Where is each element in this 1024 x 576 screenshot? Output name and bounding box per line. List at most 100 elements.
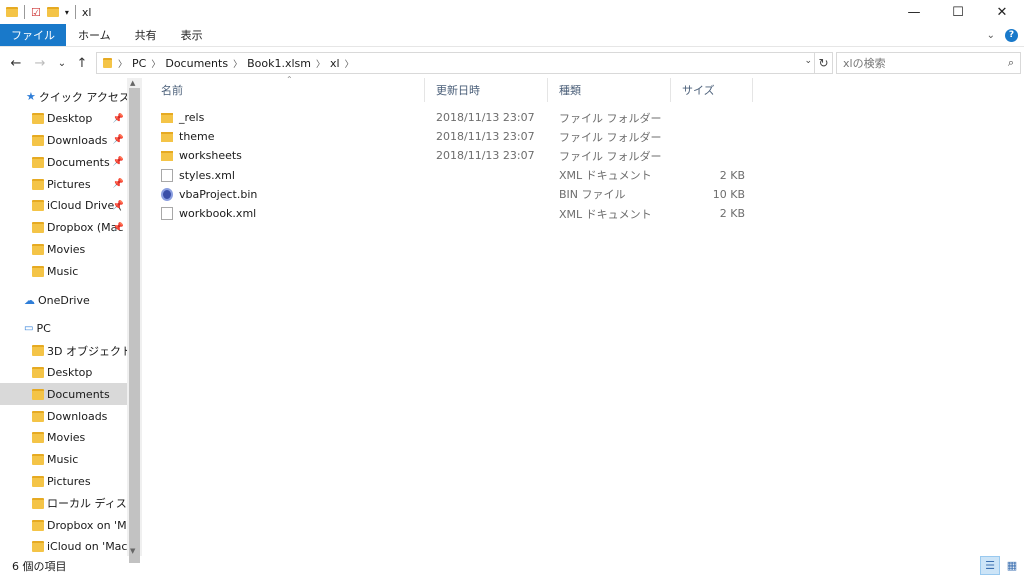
breadcrumb-documents[interactable]: Documents: [165, 57, 228, 70]
tab-share[interactable]: 共有: [123, 24, 169, 46]
file-row[interactable]: _rels 2018/11/13 23:07 ファイル フォルダー: [150, 108, 1024, 127]
cloud-icon: ☁: [24, 293, 35, 307]
close-button[interactable]: ✕: [980, 0, 1024, 24]
sidebar-item-music[interactable]: Music: [0, 260, 142, 282]
scroll-up-icon[interactable]: ▲: [130, 79, 135, 87]
file-name: _rels: [179, 111, 205, 125]
file-row[interactable]: theme 2018/11/13 23:07 ファイル フォルダー: [150, 127, 1024, 146]
tab-view[interactable]: 表示: [169, 24, 215, 46]
window-title: xl: [81, 5, 92, 19]
minimize-button[interactable]: —: [892, 0, 936, 24]
sidebar-quick-access[interactable]: ★ クイック アクセス: [0, 86, 142, 108]
address-bar[interactable]: 〉 PC 〉 Documents 〉 Book1.xlsm 〉 xl 〉 ⌄: [96, 52, 815, 74]
sidebar-item-icloud-drive[interactable]: iCloud Drive (📌: [0, 195, 142, 217]
file-name: workbook.xml: [179, 207, 257, 221]
recent-locations-button[interactable]: ⌄: [52, 58, 72, 69]
sidebar-pc-item-3[interactable]: Downloads: [0, 405, 142, 427]
sidebar-item-label: iCloud Drive (: [47, 199, 123, 213]
pin-icon[interactable]: 📌: [113, 179, 124, 189]
sidebar-pc-item-5[interactable]: Music: [0, 449, 142, 471]
scrollbar-thumb[interactable]: [129, 88, 140, 563]
file-row[interactable]: vbaProject.bin BIN ファイル 10 KB: [150, 185, 1024, 204]
sidebar-pc-item-8[interactable]: Dropbox on 'Ma: [0, 514, 142, 536]
scroll-down-icon[interactable]: ▼: [130, 547, 135, 555]
new-folder-icon[interactable]: [46, 7, 59, 17]
chevron-right-icon[interactable]: 〉: [345, 57, 354, 70]
customize-toolbar-icon[interactable]: ▾: [65, 8, 69, 17]
column-header-size[interactable]: サイズ: [671, 78, 753, 102]
refresh-button[interactable]: ↻: [815, 52, 833, 74]
pin-icon[interactable]: 📌: [113, 157, 124, 167]
separator: [24, 5, 25, 19]
bin-file-icon: [161, 187, 173, 201]
sidebar-item-label: Pictures: [47, 177, 91, 191]
sidebar-item-label: OneDrive: [38, 293, 90, 307]
file-name-cell: _rels: [150, 111, 425, 124]
forward-button[interactable]: →: [30, 56, 50, 71]
sidebar-item-downloads[interactable]: Downloads 📌: [0, 130, 142, 152]
sidebar-pc-item-6[interactable]: Pictures: [0, 471, 142, 493]
pin-icon[interactable]: 📌: [113, 201, 124, 211]
file-row[interactable]: worksheets 2018/11/13 23:07 ファイル フォルダー: [150, 146, 1024, 165]
sidebar-item-dropbox-mac[interactable]: Dropbox (Mac 📌: [0, 217, 142, 239]
breadcrumb-xl[interactable]: xl: [330, 57, 340, 70]
maximize-button[interactable]: ☐: [936, 0, 980, 24]
chevron-right-icon[interactable]: 〉: [316, 57, 325, 70]
pin-icon[interactable]: 📌: [113, 135, 124, 145]
search-icon[interactable]: ⌕: [1008, 56, 1014, 70]
sidebar-item-desktop[interactable]: Desktop 📌: [0, 108, 142, 130]
column-header-date[interactable]: 更新日時: [425, 78, 548, 102]
expand-ribbon-icon[interactable]: ⌄: [987, 30, 995, 41]
sidebar-pc[interactable]: ▭ PC: [0, 318, 142, 340]
sidebar-item-label: Desktop: [47, 365, 93, 379]
sidebar-pc-item-7[interactable]: ローカル ディスク (C: [0, 492, 142, 514]
details-view-icon[interactable]: ☰: [980, 556, 1000, 575]
chevron-right-icon[interactable]: 〉: [233, 57, 242, 70]
sidebar-item-label: Dropbox on 'Ma: [47, 518, 134, 532]
desktop-folder-icon: [32, 366, 44, 378]
help-icon[interactable]: ?: [1005, 28, 1018, 42]
tab-file[interactable]: ファイル: [0, 24, 66, 46]
back-button[interactable]: ←: [6, 56, 26, 71]
file-row[interactable]: workbook.xml XML ドキュメント 2 KB: [150, 204, 1024, 223]
sidebar-pc-item-4[interactable]: Movies: [0, 427, 142, 449]
tab-home[interactable]: ホーム: [66, 24, 123, 46]
sidebar-item-documents[interactable]: Documents 📌: [0, 151, 142, 173]
ribbon-tabs: ファイル ホーム 共有 表示 ⌄ ?: [0, 24, 1024, 47]
sidebar-pc-item-0[interactable]: 3D オブジェクト: [0, 340, 142, 362]
search-input[interactable]: [843, 56, 1003, 70]
documents-folder-icon: [32, 156, 44, 168]
sidebar-onedrive[interactable]: ☁ OneDrive: [0, 289, 142, 311]
large-icons-view-icon[interactable]: ▦: [1002, 556, 1022, 575]
local-disk-icon: [32, 497, 44, 509]
sidebar-item-movies[interactable]: Movies: [0, 239, 142, 261]
navigation-bar: ← → ⌄ ↑ 〉 PC 〉 Documents 〉 Book1.xlsm 〉 …: [0, 50, 1024, 76]
address-dropdown-icon[interactable]: ⌄: [804, 56, 812, 66]
sidebar-scrollbar[interactable]: ▲ ▼: [127, 78, 142, 563]
sidebar-pc-item-2[interactable]: Documents: [0, 383, 142, 406]
pin-icon[interactable]: 📌: [113, 223, 124, 233]
network-drive-icon: [32, 541, 44, 553]
file-size: 2 KB: [719, 168, 745, 182]
downloads-folder-icon: [32, 410, 44, 422]
file-row[interactable]: styles.xml XML ドキュメント 2 KB: [150, 166, 1024, 185]
breadcrumb-book1[interactable]: Book1.xlsm: [247, 57, 311, 70]
sidebar-pc-item-9[interactable]: iCloud on 'Mac: [0, 536, 142, 556]
separator: [74, 5, 76, 19]
folder-icon: [161, 112, 173, 123]
sidebar-pc-item-1[interactable]: Desktop: [0, 362, 142, 384]
window-controls: — ☐ ✕: [892, 0, 1024, 24]
item-count: 6 個の項目: [12, 560, 67, 573]
breadcrumb-pc[interactable]: PC: [132, 57, 146, 70]
sidebar-item-pictures[interactable]: Pictures 📌: [0, 173, 142, 195]
chevron-right-icon[interactable]: 〉: [151, 57, 160, 70]
sidebar-item-label: Downloads: [47, 133, 108, 147]
search-box[interactable]: ⌕: [836, 52, 1021, 74]
column-header-type[interactable]: 種類: [548, 78, 671, 102]
pin-icon[interactable]: 📌: [113, 114, 124, 124]
chevron-right-icon[interactable]: 〉: [118, 57, 127, 70]
properties-icon[interactable]: ☑: [31, 6, 41, 19]
file-list: ⌃ 名前 更新日時 種類 サイズ _rels 2018/11/13 23:07 ファ…: [150, 75, 1024, 223]
file-name-cell: vbaProject.bin: [150, 187, 425, 201]
up-button[interactable]: ↑: [72, 56, 92, 71]
